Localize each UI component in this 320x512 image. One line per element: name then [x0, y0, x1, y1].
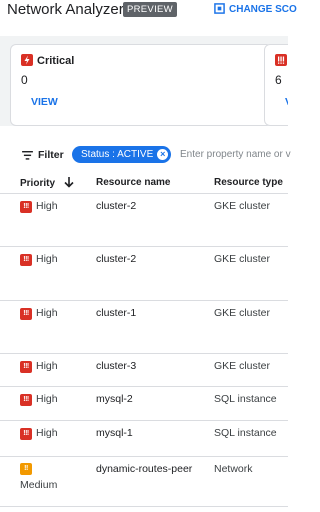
high-priority-icon: !!!	[20, 361, 32, 373]
high-priority-icon: !!!	[20, 201, 32, 213]
table-row[interactable]: !!! High cluster-1 GKE cluster	[0, 301, 288, 354]
resource-type: SQL instance	[214, 427, 277, 439]
medium-priority-icon: !!	[20, 463, 32, 475]
resource-type: GKE cluster	[214, 307, 271, 319]
resource-type: GKE cluster	[214, 360, 271, 372]
priority-label: High	[36, 253, 58, 265]
filter-label: Filter	[38, 149, 64, 161]
high-priority-icon: !!!	[20, 394, 32, 406]
summary-card-2: 6 V	[264, 44, 288, 126]
priority-label: High	[36, 200, 58, 212]
chip-label: Status : ACTIVE	[81, 149, 154, 160]
resource-type: GKE cluster	[214, 253, 271, 265]
resource-name[interactable]: mysql-1	[96, 427, 133, 439]
resource-name[interactable]: cluster-2	[96, 200, 136, 212]
card-title-label: Critical	[37, 55, 75, 67]
table-row[interactable]: !! Medium dynamic-routes-peer Network	[0, 457, 288, 507]
high-priority-icon: !!!	[20, 308, 32, 320]
high-priority-icon: !!!	[20, 254, 32, 266]
column-resource-name[interactable]: Resource name	[96, 177, 170, 188]
critical-icon	[21, 54, 33, 66]
filter-icon	[22, 151, 33, 160]
column-priority[interactable]: Priority	[20, 177, 74, 189]
priority-label: High	[36, 360, 58, 372]
filter-input[interactable]: Enter property name or v	[180, 149, 291, 160]
page-title: Network Analyzer	[7, 1, 124, 18]
card-count: 0	[21, 73, 28, 87]
arrow-down-icon	[64, 177, 74, 188]
preview-badge: PREVIEW	[123, 2, 177, 17]
view-link[interactable]: V	[285, 96, 288, 108]
table-row[interactable]: !!! High cluster-2 GKE cluster	[0, 194, 288, 247]
table-row[interactable]: !!! High cluster-3 GKE cluster	[0, 354, 288, 387]
view-critical-link[interactable]: VIEW	[31, 96, 58, 108]
priority-label: Medium	[20, 479, 58, 491]
table-row[interactable]: !!! High mysql-2 SQL instance	[0, 387, 288, 421]
priority-label: High	[36, 427, 58, 439]
change-scope-label: CHANGE SCO	[229, 4, 297, 15]
resource-name[interactable]: dynamic-routes-peer	[96, 463, 192, 475]
priority-label: High	[36, 393, 58, 405]
close-icon[interactable]: ×	[157, 149, 169, 160]
filter-bar: Filter Status : ACTIVE × Enter property …	[0, 142, 291, 168]
scope-icon	[214, 3, 225, 14]
resource-type: Network	[214, 463, 253, 475]
summary-card-critical: Critical 0 VIEW	[10, 44, 272, 126]
priority-icon	[275, 54, 287, 66]
status-filter-chip[interactable]: Status : ACTIVE ×	[72, 146, 172, 163]
card-count: 6	[275, 73, 282, 87]
resource-type: SQL instance	[214, 393, 277, 405]
resource-name[interactable]: cluster-3	[96, 360, 136, 372]
resource-name[interactable]: mysql-2	[96, 393, 133, 405]
page-header: Network Analyzer PREVIEW CHANGE SCO	[0, 0, 297, 22]
resource-name[interactable]: cluster-1	[96, 307, 136, 319]
summary-panel: Critical 0 VIEW 6 V	[0, 36, 288, 126]
filter-button[interactable]: Filter	[22, 149, 64, 161]
table-header: Priority Resource name Resource type	[0, 170, 288, 194]
change-scope-button[interactable]: CHANGE SCO	[214, 3, 297, 15]
table-row[interactable]: !!! High cluster-2 GKE cluster	[0, 247, 288, 301]
priority-label: High	[36, 307, 58, 319]
column-resource-type[interactable]: Resource type	[214, 177, 283, 188]
table-row[interactable]: !!! High mysql-1 SQL instance	[0, 421, 288, 457]
high-priority-icon: !!!	[20, 428, 32, 440]
resource-name[interactable]: cluster-2	[96, 253, 136, 265]
resource-type: GKE cluster	[214, 200, 271, 212]
